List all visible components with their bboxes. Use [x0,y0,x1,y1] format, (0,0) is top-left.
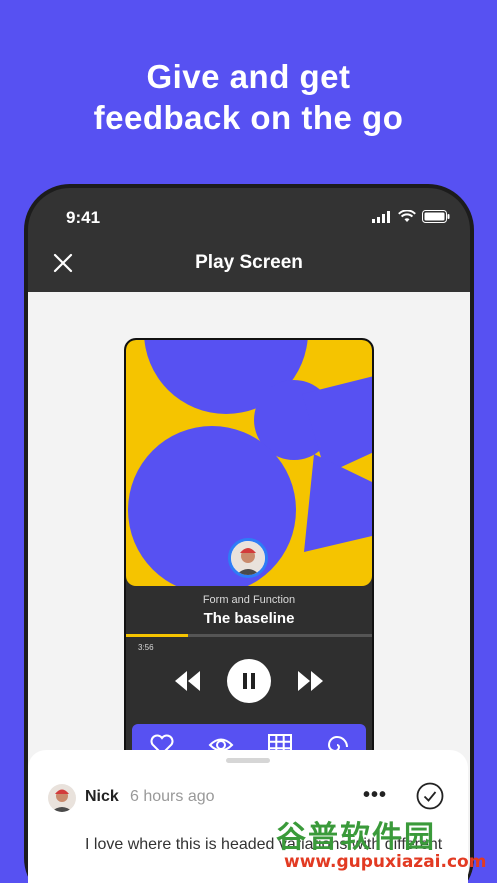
headline-line1: Give and get [146,58,351,95]
headline-line2: feedback on the go [93,99,404,136]
album-art [126,340,372,586]
watermark-logo: 谷普软件园 [276,820,436,855]
rewind-icon[interactable] [173,669,201,693]
fast-forward-icon[interactable] [297,669,325,693]
battery-icon [422,210,450,223]
album-name: Form and Function [202,594,296,606]
watermark: 谷普软件园 www.gupuxiazai.com [272,808,497,883]
comment-author: Nick [85,788,119,805]
watermark-url: www.gupuxiazai.com [284,852,487,872]
status-time: 9:41 [66,208,101,227]
more-options-button[interactable]: ••• [363,784,387,807]
commenter-avatar-pin[interactable] [228,538,268,578]
nav-bar: Play Screen [28,238,470,290]
signal-icon [372,210,390,223]
resolve-check-icon[interactable] [416,782,444,810]
status-icons [372,210,450,223]
page-title: Play Screen [195,252,303,273]
sheet-drag-handle[interactable] [226,758,270,763]
avatar [231,541,265,575]
track-name: The baseline [203,610,295,627]
elapsed-time: 3:56 [138,643,154,652]
comment-timestamp: 6 hours ago [130,788,215,805]
wifi-icon [398,210,416,222]
status-bar: 9:41 [28,188,470,244]
pause-icon [243,673,255,689]
avatar [48,784,76,812]
pause-button[interactable] [227,659,271,703]
headline: Give and get feedback on the go [0,56,497,138]
playback-controls [126,658,372,704]
progress-fill [126,634,188,637]
prototype-screen[interactable]: Form and Function The baseline 3:56 [124,338,374,778]
progress-bar[interactable] [126,634,372,637]
